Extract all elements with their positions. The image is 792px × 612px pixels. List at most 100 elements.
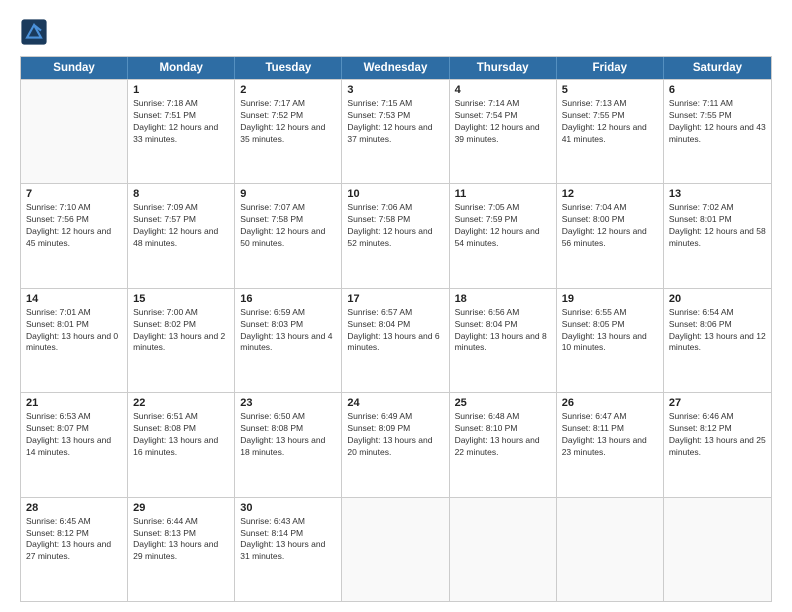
day-info: Sunrise: 6:57 AMSunset: 8:04 PMDaylight:… (347, 307, 443, 355)
day-number: 11 (455, 188, 551, 200)
day-cell: 13 Sunrise: 7:02 AMSunset: 8:01 PMDaylig… (664, 184, 771, 287)
day-number: 7 (26, 188, 122, 200)
day-info: Sunrise: 6:45 AMSunset: 8:12 PMDaylight:… (26, 516, 122, 564)
day-info: Sunrise: 6:55 AMSunset: 8:05 PMDaylight:… (562, 307, 658, 355)
day-info: Sunrise: 6:46 AMSunset: 8:12 PMDaylight:… (669, 411, 766, 459)
day-number: 30 (240, 502, 336, 514)
day-cell: 17 Sunrise: 6:57 AMSunset: 8:04 PMDaylig… (342, 289, 449, 392)
logo (20, 18, 52, 46)
day-number: 12 (562, 188, 658, 200)
day-number: 25 (455, 397, 551, 409)
day-info: Sunrise: 7:00 AMSunset: 8:02 PMDaylight:… (133, 307, 229, 355)
day-cell: 29 Sunrise: 6:44 AMSunset: 8:13 PMDaylig… (128, 498, 235, 601)
day-number: 22 (133, 397, 229, 409)
day-number: 5 (562, 84, 658, 96)
weekday-header: Friday (557, 57, 664, 79)
day-number: 27 (669, 397, 766, 409)
day-info: Sunrise: 7:05 AMSunset: 7:59 PMDaylight:… (455, 202, 551, 250)
day-cell: 12 Sunrise: 7:04 AMSunset: 8:00 PMDaylig… (557, 184, 664, 287)
day-info: Sunrise: 7:04 AMSunset: 8:00 PMDaylight:… (562, 202, 658, 250)
day-number: 13 (669, 188, 766, 200)
day-info: Sunrise: 6:59 AMSunset: 8:03 PMDaylight:… (240, 307, 336, 355)
day-info: Sunrise: 6:54 AMSunset: 8:06 PMDaylight:… (669, 307, 766, 355)
calendar: SundayMondayTuesdayWednesdayThursdayFrid… (20, 56, 772, 602)
day-cell: 10 Sunrise: 7:06 AMSunset: 7:58 PMDaylig… (342, 184, 449, 287)
day-info: Sunrise: 6:50 AMSunset: 8:08 PMDaylight:… (240, 411, 336, 459)
day-cell: 19 Sunrise: 6:55 AMSunset: 8:05 PMDaylig… (557, 289, 664, 392)
day-info: Sunrise: 7:09 AMSunset: 7:57 PMDaylight:… (133, 202, 229, 250)
day-number: 17 (347, 293, 443, 305)
day-cell: 15 Sunrise: 7:00 AMSunset: 8:02 PMDaylig… (128, 289, 235, 392)
day-cell: 28 Sunrise: 6:45 AMSunset: 8:12 PMDaylig… (21, 498, 128, 601)
day-cell: 25 Sunrise: 6:48 AMSunset: 8:10 PMDaylig… (450, 393, 557, 496)
day-cell: 23 Sunrise: 6:50 AMSunset: 8:08 PMDaylig… (235, 393, 342, 496)
calendar-header: SundayMondayTuesdayWednesdayThursdayFrid… (21, 57, 771, 79)
weekday-header: Thursday (450, 57, 557, 79)
day-number: 23 (240, 397, 336, 409)
calendar-row: 1 Sunrise: 7:18 AMSunset: 7:51 PMDayligh… (21, 79, 771, 183)
day-cell: 3 Sunrise: 7:15 AMSunset: 7:53 PMDayligh… (342, 80, 449, 183)
day-cell: 8 Sunrise: 7:09 AMSunset: 7:57 PMDayligh… (128, 184, 235, 287)
weekday-header: Saturday (664, 57, 771, 79)
day-number: 2 (240, 84, 336, 96)
day-info: Sunrise: 6:47 AMSunset: 8:11 PMDaylight:… (562, 411, 658, 459)
day-info: Sunrise: 6:51 AMSunset: 8:08 PMDaylight:… (133, 411, 229, 459)
day-cell: 11 Sunrise: 7:05 AMSunset: 7:59 PMDaylig… (450, 184, 557, 287)
day-cell: 18 Sunrise: 6:56 AMSunset: 8:04 PMDaylig… (450, 289, 557, 392)
day-number: 19 (562, 293, 658, 305)
day-number: 16 (240, 293, 336, 305)
day-number: 9 (240, 188, 336, 200)
day-info: Sunrise: 6:48 AMSunset: 8:10 PMDaylight:… (455, 411, 551, 459)
day-info: Sunrise: 7:13 AMSunset: 7:55 PMDaylight:… (562, 98, 658, 146)
day-info: Sunrise: 6:53 AMSunset: 8:07 PMDaylight:… (26, 411, 122, 459)
day-cell: 27 Sunrise: 6:46 AMSunset: 8:12 PMDaylig… (664, 393, 771, 496)
weekday-header: Tuesday (235, 57, 342, 79)
calendar-body: 1 Sunrise: 7:18 AMSunset: 7:51 PMDayligh… (21, 79, 771, 601)
calendar-row: 7 Sunrise: 7:10 AMSunset: 7:56 PMDayligh… (21, 183, 771, 287)
day-number: 15 (133, 293, 229, 305)
day-cell: 24 Sunrise: 6:49 AMSunset: 8:09 PMDaylig… (342, 393, 449, 496)
day-info: Sunrise: 7:06 AMSunset: 7:58 PMDaylight:… (347, 202, 443, 250)
day-info: Sunrise: 7:10 AMSunset: 7:56 PMDaylight:… (26, 202, 122, 250)
weekday-header: Wednesday (342, 57, 449, 79)
day-cell: 26 Sunrise: 6:47 AMSunset: 8:11 PMDaylig… (557, 393, 664, 496)
day-cell: 9 Sunrise: 7:07 AMSunset: 7:58 PMDayligh… (235, 184, 342, 287)
calendar-row: 21 Sunrise: 6:53 AMSunset: 8:07 PMDaylig… (21, 392, 771, 496)
day-number: 26 (562, 397, 658, 409)
day-cell: 7 Sunrise: 7:10 AMSunset: 7:56 PMDayligh… (21, 184, 128, 287)
day-info: Sunrise: 6:56 AMSunset: 8:04 PMDaylight:… (455, 307, 551, 355)
day-number: 29 (133, 502, 229, 514)
day-cell: 6 Sunrise: 7:11 AMSunset: 7:55 PMDayligh… (664, 80, 771, 183)
day-number: 8 (133, 188, 229, 200)
day-info: Sunrise: 7:15 AMSunset: 7:53 PMDaylight:… (347, 98, 443, 146)
day-number: 24 (347, 397, 443, 409)
empty-cell (342, 498, 449, 601)
day-info: Sunrise: 7:07 AMSunset: 7:58 PMDaylight:… (240, 202, 336, 250)
day-info: Sunrise: 7:01 AMSunset: 8:01 PMDaylight:… (26, 307, 122, 355)
day-cell: 20 Sunrise: 6:54 AMSunset: 8:06 PMDaylig… (664, 289, 771, 392)
day-number: 28 (26, 502, 122, 514)
day-cell: 30 Sunrise: 6:43 AMSunset: 8:14 PMDaylig… (235, 498, 342, 601)
day-number: 10 (347, 188, 443, 200)
day-info: Sunrise: 6:44 AMSunset: 8:13 PMDaylight:… (133, 516, 229, 564)
header (20, 18, 772, 46)
empty-cell (557, 498, 664, 601)
day-cell: 2 Sunrise: 7:17 AMSunset: 7:52 PMDayligh… (235, 80, 342, 183)
weekday-header: Sunday (21, 57, 128, 79)
day-number: 6 (669, 84, 766, 96)
page: SundayMondayTuesdayWednesdayThursdayFrid… (0, 0, 792, 612)
day-number: 4 (455, 84, 551, 96)
day-number: 18 (455, 293, 551, 305)
day-cell: 4 Sunrise: 7:14 AMSunset: 7:54 PMDayligh… (450, 80, 557, 183)
day-info: Sunrise: 6:43 AMSunset: 8:14 PMDaylight:… (240, 516, 336, 564)
empty-cell (450, 498, 557, 601)
day-cell: 16 Sunrise: 6:59 AMSunset: 8:03 PMDaylig… (235, 289, 342, 392)
day-info: Sunrise: 7:14 AMSunset: 7:54 PMDaylight:… (455, 98, 551, 146)
calendar-row: 28 Sunrise: 6:45 AMSunset: 8:12 PMDaylig… (21, 497, 771, 601)
day-cell: 22 Sunrise: 6:51 AMSunset: 8:08 PMDaylig… (128, 393, 235, 496)
day-info: Sunrise: 7:18 AMSunset: 7:51 PMDaylight:… (133, 98, 229, 146)
day-number: 14 (26, 293, 122, 305)
logo-icon (20, 18, 48, 46)
day-number: 20 (669, 293, 766, 305)
day-info: Sunrise: 6:49 AMSunset: 8:09 PMDaylight:… (347, 411, 443, 459)
